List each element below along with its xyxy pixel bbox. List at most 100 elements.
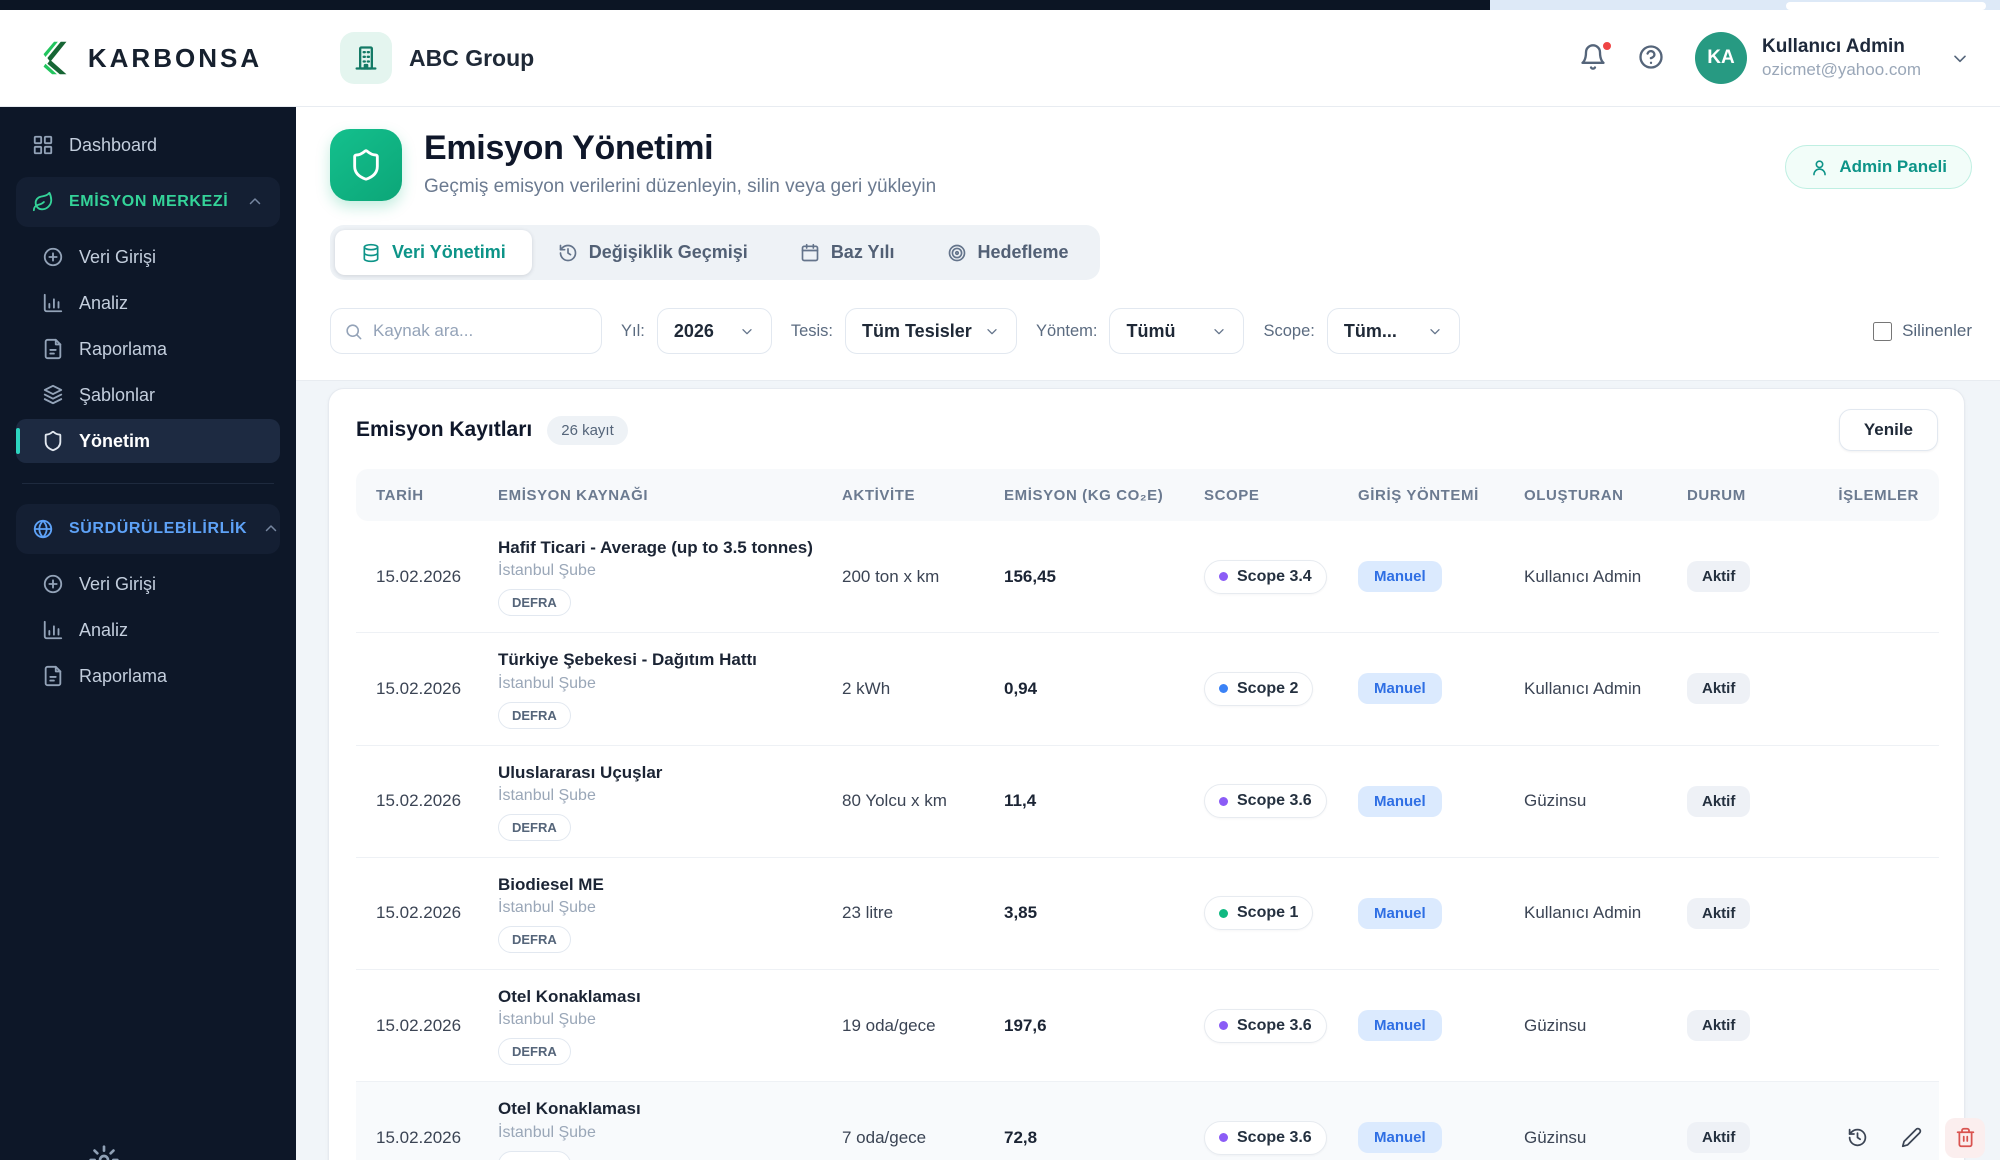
table-row[interactable]: 15.02.2026 Hafif Ticari - Average (up to … [356,521,1939,634]
sidebar-item-raporlama[interactable]: Raporlama [16,654,280,698]
status-badge: Aktif [1687,673,1751,705]
facility-label: Tesis: [790,321,834,340]
admin-panel-button[interactable]: Admin Paneli [1785,145,1972,189]
column-header-akti-vi-te: AKTİVİTE [842,486,916,504]
scope-dot [1219,796,1228,806]
chevron-up-icon [262,520,280,538]
user-name: Kullanıcı Admin [1762,36,1905,57]
year-select[interactable]: 2026 [656,308,772,354]
tab-label: Veri Yönetimi [392,242,506,262]
sidebar-item-veri-giri-i[interactable]: Veri Girişi [16,562,280,606]
filter-bar: Yıl: 2026 Tesis: Tüm Tesisler Yöntem: [330,308,1972,354]
source-name: Uluslararası Uçuşlar [498,762,663,782]
row-source: Otel Konaklaması İstanbul Şube DEFRA [478,986,822,1066]
sidebar-item-y-netim[interactable]: Yönetim [16,419,280,463]
plus-circle-icon [42,246,64,268]
user-icon [1810,158,1829,177]
scope-dot [1219,908,1228,918]
source-name: Otel Konaklaması [498,987,641,1006]
source-name: Hafif Ticari - Average (up to 3.5 tonnes… [498,538,813,557]
chevron-up-icon [246,193,264,211]
table-row[interactable]: 15.02.2026 Uluslararası Uçuşlar İstanbul Ş… [356,746,1939,858]
table-row[interactable]: 15.02.2026 Otel Konaklaması İstanbul Şube D… [356,970,1939,1083]
top-edge-dark-segment [0,0,1490,10]
status-badge: Aktif [1687,1122,1751,1154]
row-date: 15.02.2026 [376,566,462,586]
row-creator: Güzinsu [1524,1015,1587,1035]
tab-label: Hedefleme [977,242,1069,262]
row-source: Otel Konaklaması İstanbul Şube DEFRA [478,1098,822,1160]
method-select[interactable]: Tümü [1109,308,1245,354]
notifications-button[interactable] [1579,40,1613,73]
deleted-filter: Silinenler [1873,321,1972,341]
table-row[interactable]: 15.02.2026 Biodiesel ME İstanbul Şube DEFRA… [356,858,1939,970]
method-value: Tümü [1126,320,1176,341]
row-method: Manuel [1338,673,1504,705]
sidebar-section-s-rd-r-lebi-li-rli-k[interactable]: SÜRDÜRÜLEBİLİRLİK [16,504,280,554]
row-method: Manuel [1338,1010,1504,1042]
row-source: Hafif Ticari - Average (up to 3.5 tonnes… [478,537,822,617]
sidebar-item-analiz[interactable]: Analiz [16,281,280,325]
tab-label: Baz Yılı [830,242,895,262]
chevron-down-icon [1950,48,1970,68]
factor-badge: DEFRA [498,701,571,729]
sidebar-item-analiz[interactable]: Analiz [16,608,280,652]
factor-badge: DEFRA [498,1038,571,1066]
sidebar-item-raporlama[interactable]: Raporlama [16,327,280,371]
tab-baz-y-l[interactable]: Baz Yılı [774,230,921,275]
table-body: 15.02.2026 Hafif Ticari - Average (up to … [356,521,1985,1160]
row-date: 15.02.2026 [376,1127,462,1147]
sidebar-item-veri-giri-i[interactable]: Veri Girişi [16,235,280,279]
method-badge: Manuel [1358,561,1442,593]
row-status: Aktif [1667,1010,1817,1042]
sidebar-section-emi-syon-merkezi[interactable]: EMİSYON MERKEZİ [16,177,280,227]
method-badge: Manuel [1358,1010,1442,1042]
row-creator: Kullanıcı Admin [1524,566,1642,586]
method-badge: Manuel [1358,897,1442,929]
history-icon [1847,1127,1868,1148]
edit-button[interactable] [1891,1118,1931,1158]
sidebar-item-label: Raporlama [79,665,168,686]
scope-select[interactable]: Tüm... [1326,308,1460,354]
user-menu[interactable]: KA Kullanıcı Admin ozicmet@yahoo.com [1695,32,1970,84]
refresh-button[interactable]: Yenile [1838,409,1938,451]
source-name: Otel Konaklaması [498,1099,641,1119]
facility-select[interactable]: Tüm Tesisler [845,308,1018,354]
delete-button[interactable] [1945,1117,1985,1158]
table-row[interactable]: 15.02.2026 Otel Konaklaması İstanbul Şube D… [356,1082,1985,1160]
target-icon [947,243,967,263]
facility-name: İstanbul Şube [498,1011,596,1029]
method-badge: Manuel [1358,1122,1442,1154]
sidebar-item-dashboard[interactable]: Dashboard [16,123,280,167]
database-icon [361,243,381,263]
top-edge-highlight [1786,2,1986,10]
search-input[interactable] [330,308,602,354]
scope-dot [1219,684,1228,694]
settings-gear-icon[interactable] [88,1144,120,1160]
deleted-checkbox[interactable] [1873,321,1893,341]
records-title: Emisyon Kayıtları [356,418,533,441]
sidebar-item-label: Yönetim [79,430,151,451]
column-header-emi-syon-kg-co-e: EMİSYON (KG CO₂E) [1004,486,1164,504]
restore-button[interactable] [1837,1118,1877,1158]
tab-veri-y-netimi[interactable]: Veri Yönetimi [335,230,532,275]
status-badge: Aktif [1687,897,1751,929]
column-header-emi-syon-kayna-i: EMİSYON KAYNAĞI [498,486,649,504]
bar-chart-icon [42,619,64,641]
facility-name: İstanbul Şube [498,899,596,916]
row-activity: 2 kWh [842,678,891,698]
scope-label: Scope 1 [1237,904,1299,922]
status-badge: Aktif [1687,561,1751,593]
admin-panel-label: Admin Paneli [1839,157,1947,176]
row-status: Aktif [1667,1122,1817,1154]
sidebar-item-ablonlar[interactable]: Şablonlar [16,373,280,417]
row-status: Aktif [1667,561,1817,593]
tab-hedefleme[interactable]: Hedefleme [921,230,1095,275]
table-row[interactable]: 15.02.2026 Türkiye Şebekesi - Dağıtım Hat… [356,633,1939,746]
sidebar-nav: Dashboard EMİSYON MERKEZİ Veri Girişi Anali… [0,107,296,698]
tab-de-i-iklik-ge-mi-i[interactable]: Değişiklik Geçmişi [532,230,774,275]
help-button[interactable] [1637,43,1667,73]
header-actions: KA Kullanıcı Admin ozicmet@yahoo.com [1579,32,1970,84]
method-label: Yöntem: [1036,321,1098,340]
facility-value: Tüm Tesisler [862,320,972,341]
